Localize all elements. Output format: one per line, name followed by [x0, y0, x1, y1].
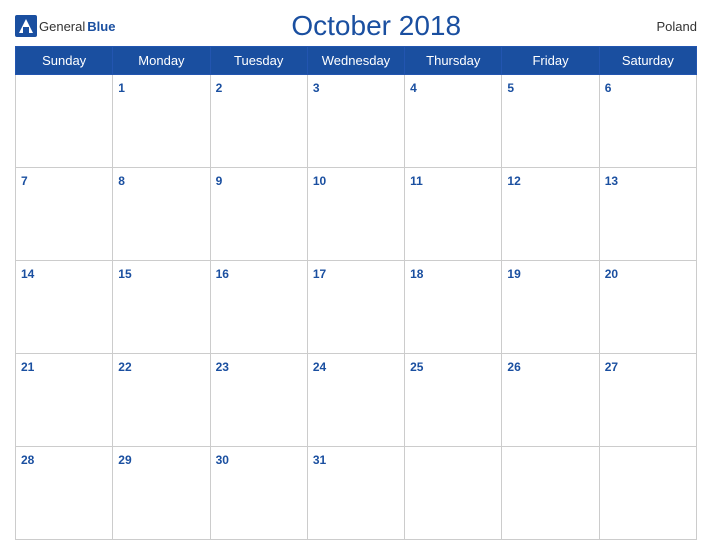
day-number: 20 [605, 267, 618, 281]
calendar-cell [502, 447, 599, 540]
day-number: 2 [216, 81, 223, 95]
day-number: 8 [118, 174, 125, 188]
calendar-cell: 27 [599, 354, 696, 447]
day-number: 10 [313, 174, 326, 188]
calendar-cell: 1 [113, 75, 210, 168]
calendar-cell: 23 [210, 354, 307, 447]
calendar-cell: 15 [113, 261, 210, 354]
day-number: 27 [605, 360, 618, 374]
calendar-cell: 6 [599, 75, 696, 168]
calendar-cell: 16 [210, 261, 307, 354]
day-number: 25 [410, 360, 423, 374]
calendar-cell: 10 [307, 168, 404, 261]
calendar-week-row: 21 22 23 24 25 26 27 [16, 354, 697, 447]
day-number: 18 [410, 267, 423, 281]
calendar-header: General Blue October 2018 Poland [15, 10, 697, 42]
day-number: 9 [216, 174, 223, 188]
calendar-cell: 4 [405, 75, 502, 168]
calendar-cell: 30 [210, 447, 307, 540]
calendar-cell: 21 [16, 354, 113, 447]
calendar-week-row: 7 8 9 10 11 12 13 [16, 168, 697, 261]
country-label: Poland [637, 19, 697, 34]
day-number: 26 [507, 360, 520, 374]
calendar-cell: 12 [502, 168, 599, 261]
calendar-cell: 20 [599, 261, 696, 354]
day-number: 11 [410, 174, 423, 188]
day-number: 23 [216, 360, 229, 374]
day-number: 30 [216, 453, 229, 467]
calendar-cell [16, 75, 113, 168]
day-number: 24 [313, 360, 326, 374]
logo-blue-text: Blue [87, 19, 115, 34]
calendar-cell: 28 [16, 447, 113, 540]
calendar-cell: 14 [16, 261, 113, 354]
day-header-monday: Monday [113, 47, 210, 75]
day-number: 1 [118, 81, 125, 95]
day-header-saturday: Saturday [599, 47, 696, 75]
day-number: 4 [410, 81, 417, 95]
calendar-cell [405, 447, 502, 540]
day-number: 22 [118, 360, 131, 374]
calendar-cell: 29 [113, 447, 210, 540]
day-number: 13 [605, 174, 618, 188]
calendar-week-row: 1 2 3 4 5 6 [16, 75, 697, 168]
calendar-cell: 5 [502, 75, 599, 168]
day-number: 3 [313, 81, 320, 95]
logo-icon [15, 15, 37, 37]
calendar-week-row: 14 15 16 17 18 19 20 [16, 261, 697, 354]
day-number: 15 [118, 267, 131, 281]
day-number: 29 [118, 453, 131, 467]
day-header-tuesday: Tuesday [210, 47, 307, 75]
logo: General Blue [15, 15, 115, 37]
calendar-cell: 24 [307, 354, 404, 447]
calendar-table: SundayMondayTuesdayWednesdayThursdayFrid… [15, 46, 697, 540]
calendar-cell: 18 [405, 261, 502, 354]
day-number: 19 [507, 267, 520, 281]
day-number: 7 [21, 174, 28, 188]
day-header-friday: Friday [502, 47, 599, 75]
day-number: 6 [605, 81, 612, 95]
calendar-cell: 26 [502, 354, 599, 447]
calendar-cell: 25 [405, 354, 502, 447]
calendar-cell: 2 [210, 75, 307, 168]
calendar-cell: 9 [210, 168, 307, 261]
calendar-cell: 3 [307, 75, 404, 168]
day-header-wednesday: Wednesday [307, 47, 404, 75]
day-header-thursday: Thursday [405, 47, 502, 75]
day-number: 14 [21, 267, 34, 281]
calendar-cell: 17 [307, 261, 404, 354]
day-number: 31 [313, 453, 326, 467]
day-number: 28 [21, 453, 34, 467]
day-number: 12 [507, 174, 520, 188]
logo-general-text: General [39, 19, 85, 34]
calendar-header-row: SundayMondayTuesdayWednesdayThursdayFrid… [16, 47, 697, 75]
calendar-cell: 19 [502, 261, 599, 354]
calendar-cell: 8 [113, 168, 210, 261]
calendar-cell [599, 447, 696, 540]
calendar-cell: 22 [113, 354, 210, 447]
calendar-cell: 31 [307, 447, 404, 540]
day-number: 17 [313, 267, 326, 281]
day-number: 5 [507, 81, 514, 95]
day-header-sunday: Sunday [16, 47, 113, 75]
day-number: 21 [21, 360, 34, 374]
calendar-week-row: 28 29 30 31 [16, 447, 697, 540]
month-title: October 2018 [115, 10, 637, 42]
calendar-cell: 7 [16, 168, 113, 261]
calendar-cell: 11 [405, 168, 502, 261]
day-number: 16 [216, 267, 229, 281]
calendar-cell: 13 [599, 168, 696, 261]
